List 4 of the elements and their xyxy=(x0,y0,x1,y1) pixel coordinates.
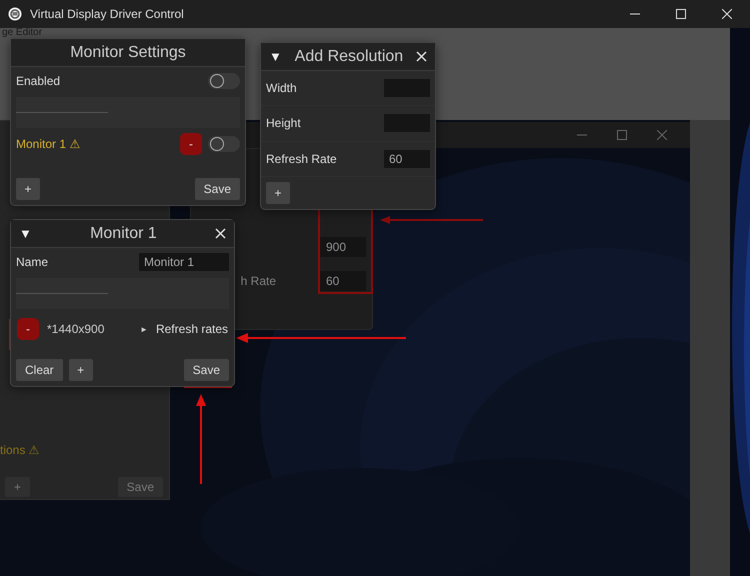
maximize-icon xyxy=(676,9,686,19)
app-logo-icon xyxy=(8,7,22,21)
window-title: Virtual Display Driver Control xyxy=(30,7,185,21)
close-icon xyxy=(722,9,732,19)
